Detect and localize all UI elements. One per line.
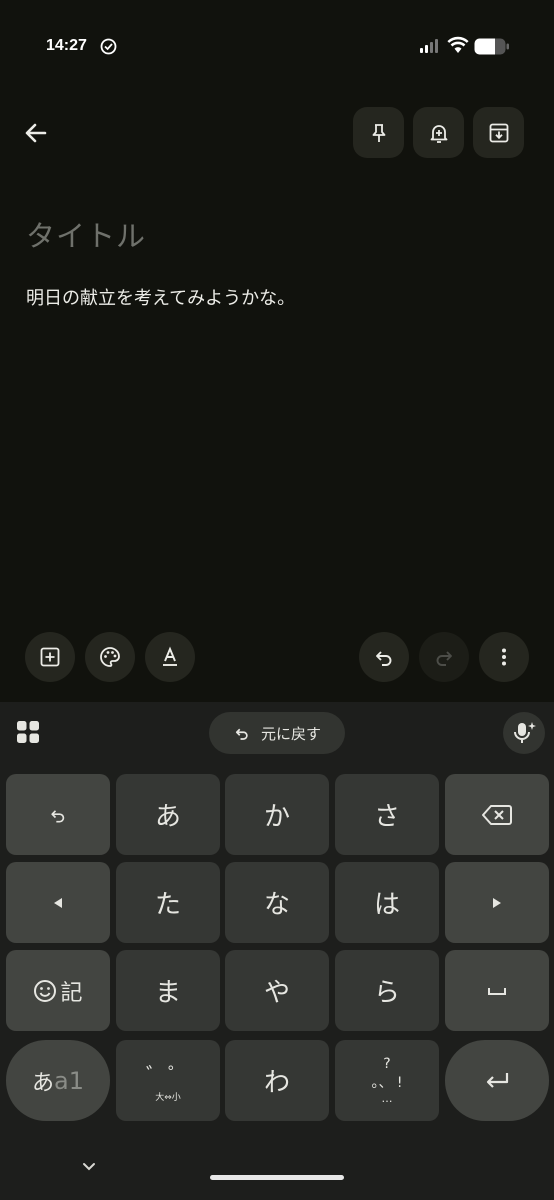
add-content-button[interactable] bbox=[25, 632, 75, 682]
space-key[interactable] bbox=[445, 950, 549, 1031]
redo-button[interactable] bbox=[419, 632, 469, 682]
check-circle-icon bbox=[100, 38, 117, 55]
mode-alpha-label: a1 bbox=[54, 1066, 84, 1095]
emoji-symbol-key[interactable]: 記 bbox=[6, 950, 110, 1031]
palette-icon bbox=[100, 647, 120, 667]
voice-input-button[interactable] bbox=[503, 712, 545, 754]
undo-icon bbox=[51, 809, 65, 822]
backspace-key[interactable] bbox=[445, 774, 549, 855]
undo-suggestion-label: 元に戻す bbox=[260, 724, 321, 743]
key-ya[interactable]: や bbox=[225, 950, 329, 1031]
punct-ellipsis-label: … bbox=[381, 1092, 393, 1105]
kigou-label: 記 bbox=[60, 980, 83, 1006]
key-ra[interactable]: ら bbox=[335, 950, 439, 1031]
space-icon bbox=[488, 987, 506, 995]
apps-grid-icon[interactable] bbox=[16, 720, 40, 744]
status-bar: 14:27 bbox=[0, 0, 554, 80]
arrow-left-icon[interactable] bbox=[20, 117, 52, 149]
mic-sparkle-icon bbox=[514, 722, 536, 743]
pin-button[interactable] bbox=[353, 107, 404, 158]
key-wa[interactable]: わ bbox=[225, 1040, 329, 1121]
undo-icon bbox=[376, 651, 392, 666]
backspace-icon bbox=[482, 804, 512, 825]
key-sa[interactable]: さ bbox=[335, 774, 439, 855]
redo-icon bbox=[436, 651, 452, 666]
key-ta[interactable]: た bbox=[116, 862, 220, 943]
collapse-keyboard-icon[interactable] bbox=[82, 1162, 96, 1172]
enter-key[interactable] bbox=[445, 1040, 549, 1121]
cursor-left-key[interactable] bbox=[6, 862, 110, 943]
more-vert-icon bbox=[502, 648, 506, 666]
cursor-right-key[interactable] bbox=[445, 862, 549, 943]
home-indicator[interactable] bbox=[210, 1175, 344, 1180]
mode-kana-label: あ bbox=[32, 1070, 55, 1096]
key-ma[interactable]: ま bbox=[116, 950, 220, 1031]
arrow-right-triangle-icon bbox=[493, 897, 501, 908]
wifi-icon bbox=[447, 36, 469, 53]
undo-icon bbox=[235, 728, 248, 740]
background-options-button[interactable] bbox=[85, 632, 135, 682]
punct-question-label: ? bbox=[383, 1056, 391, 1072]
dakuten-label: ゛゜ bbox=[146, 1062, 190, 1087]
signal-icon bbox=[420, 39, 438, 53]
undo-suggestion-chip[interactable]: 元に戻す bbox=[209, 712, 345, 754]
keyboard-undo-key[interactable] bbox=[6, 774, 110, 855]
pin-icon bbox=[372, 123, 385, 142]
battery-icon bbox=[474, 38, 509, 55]
reminder-button[interactable] bbox=[413, 107, 464, 158]
status-time: 14:27 bbox=[46, 37, 87, 54]
more-options-button[interactable] bbox=[479, 632, 529, 682]
text-format-button[interactable] bbox=[145, 632, 195, 682]
note-body-input[interactable]: 明日の献立を考えてみようかな。 bbox=[26, 284, 295, 310]
key-ka[interactable]: か bbox=[225, 774, 329, 855]
add-box-icon bbox=[40, 647, 60, 667]
key-na[interactable]: な bbox=[225, 862, 329, 943]
note-title-input[interactable]: タイトル bbox=[26, 213, 146, 255]
enter-icon bbox=[486, 1072, 509, 1088]
arrow-left-triangle-icon bbox=[54, 897, 62, 908]
size-toggle-label: 大⇔小 bbox=[155, 1092, 181, 1103]
archive-icon bbox=[489, 123, 508, 142]
undo-button[interactable] bbox=[359, 632, 409, 682]
text-format-icon bbox=[163, 646, 177, 666]
reminder-bell-icon bbox=[430, 124, 447, 143]
archive-button[interactable] bbox=[473, 107, 524, 158]
key-a[interactable]: あ bbox=[116, 774, 220, 855]
punctuation-key[interactable]: ? 。、 ! … bbox=[335, 1040, 439, 1121]
smiley-icon bbox=[34, 979, 57, 1002]
input-mode-key[interactable]: あ a1 bbox=[6, 1040, 110, 1121]
key-ha[interactable]: は bbox=[335, 862, 439, 943]
punct-marks-label: 。、 ! bbox=[371, 1075, 403, 1091]
dakuten-key[interactable]: ゛゜ 大⇔小 bbox=[116, 1040, 220, 1121]
